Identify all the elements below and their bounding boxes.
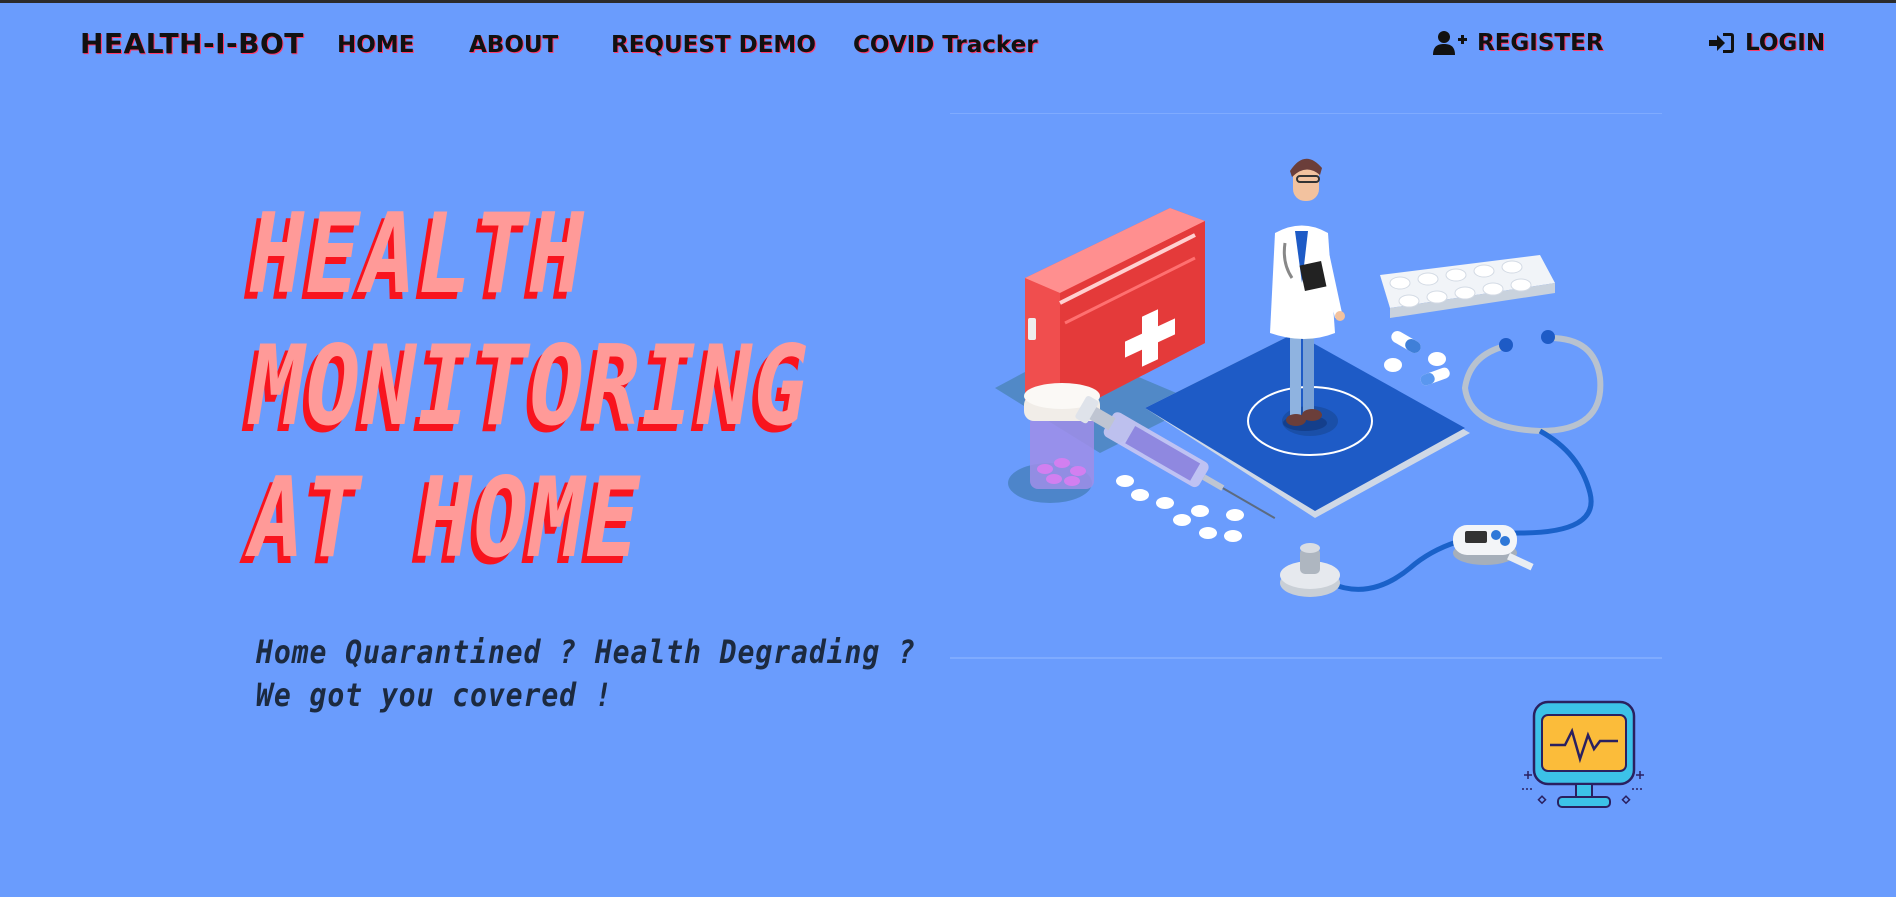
hero-title-line-3: AT HOME (250, 454, 642, 582)
hero-title-line-2: MONITORING (250, 322, 810, 450)
register-label: REGISTER (1477, 30, 1604, 56)
tagline-line-1: Home Quarantined ? Health Degrading ? (256, 633, 916, 671)
nav-covid-tracker-link[interactable]: COVID Tracker (853, 32, 1038, 58)
nav-request-demo-link[interactable]: REQUEST DEMO (611, 32, 816, 58)
login-link[interactable]: LOGIN (1709, 30, 1825, 56)
login-label: LOGIN (1745, 30, 1826, 56)
pill-blister-icon (1380, 255, 1555, 318)
hero-title: HEALTH MONITORING AT HOME (250, 188, 809, 584)
sign-in-icon (1709, 33, 1734, 53)
tagline-line-2: We got you covered ! (256, 676, 613, 714)
loose-pills-icon (1116, 475, 1244, 542)
health-monitor-icon (1522, 700, 1644, 808)
register-link[interactable]: REGISTER (1433, 30, 1604, 56)
hero-title-line-1: HEALTH (250, 190, 586, 318)
medical-illustration (950, 113, 1662, 659)
capsules-icon (1384, 331, 1450, 386)
nav-home-link[interactable]: HOME (337, 32, 414, 58)
nav-about-link[interactable]: ABOUT (469, 32, 558, 58)
top-navbar: HEALTH-I-BOT HOME ABOUT REQUEST DEMO COV… (0, 3, 1896, 89)
brand-logo-link[interactable]: HEALTH-I-BOT (80, 27, 304, 60)
hero-tagline: Home Quarantined ? Health Degrading ? We… (256, 631, 916, 717)
user-plus-icon (1433, 31, 1467, 55)
